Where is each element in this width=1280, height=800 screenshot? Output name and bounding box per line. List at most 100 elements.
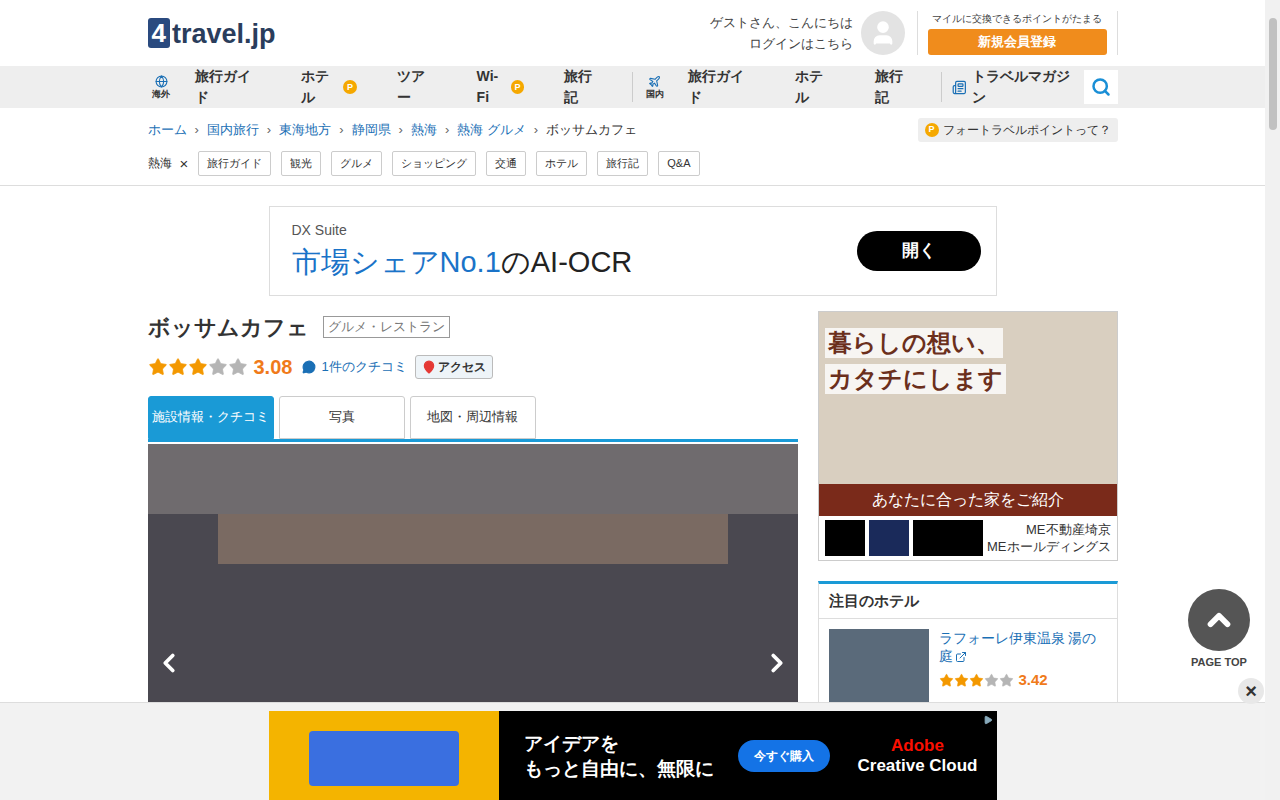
- login-link[interactable]: ログインはこちら: [749, 33, 853, 54]
- page-content: 4travel.jp ゲストさん、こんにちはログインはこちら マイルに交換できるポイ…: [0, 0, 1265, 720]
- top-ad[interactable]: DX Suite市場シェアNo.1のAI-OCR 開く: [269, 206, 997, 296]
- side-column: 暮らしの想い、カタチにしますあなたに合った家をご紹介 ME不動産埼京MEホールディ…: [818, 311, 1118, 721]
- close-ad-button[interactable]: ×: [1238, 678, 1264, 704]
- ad-headline: 市場シェアNo.1のAI-OCR: [292, 243, 633, 281]
- area-tag[interactable]: Q&A: [658, 151, 699, 176]
- hotel-photo: [829, 629, 929, 709]
- points-link[interactable]: Pフォートラベルポイントって？: [918, 118, 1118, 142]
- search-icon: [1091, 77, 1111, 97]
- search-button[interactable]: [1084, 70, 1117, 104]
- magazine-icon: [952, 80, 967, 95]
- rating: 3.08: [254, 352, 293, 382]
- star-icon: [168, 357, 188, 377]
- domestic-label: 国内: [641, 75, 668, 99]
- nav-item[interactable]: 旅行ガイド: [668, 66, 775, 108]
- bottom-ad-brand: Creative Cloud: [858, 756, 978, 776]
- area-tag[interactable]: ショッピング: [392, 151, 476, 176]
- nav-item[interactable]: ツアー: [377, 66, 457, 108]
- pin-icon: [422, 360, 436, 374]
- breadcrumb-item[interactable]: 国内旅行: [207, 120, 259, 140]
- photo: [148, 444, 798, 714]
- review-count[interactable]: 1件のクチコミ: [321, 357, 406, 377]
- page-top[interactable]: PAGE TOP: [1182, 589, 1256, 671]
- side-ad-company: MEホールディングス: [987, 538, 1111, 555]
- hotel-name[interactable]: ラフォーレ伊東温泉 湯の庭: [939, 629, 1107, 665]
- bottom-ad-bar: アイデアをもっと自由に、無限に今すぐ購入AdobeCreative Cloud: [0, 702, 1265, 800]
- avatar[interactable]: [861, 11, 905, 55]
- external-link-icon: [955, 651, 967, 663]
- register-button[interactable]: 新規会員登録: [928, 29, 1107, 55]
- side-ad-sub: あなたに合った家をご紹介: [819, 484, 1117, 516]
- bottom-ad-headline: アイデアを: [524, 731, 714, 756]
- arrow-up-icon: [1202, 603, 1236, 637]
- breadcrumbs: ホーム›国内旅行›東海地方›静岡県›熱海›熱海 グルメ›ボッサムカフェ: [148, 120, 638, 140]
- nav-bar: 海外旅行ガイドホテルPツアーWi-FiP旅行記国内旅行ガイドホテル旅行記トラベル…: [0, 66, 1265, 108]
- nav-item[interactable]: ホテル: [775, 66, 855, 108]
- nav-item[interactable]: 旅行ガイド: [175, 66, 282, 108]
- nav-item[interactable]: Wi-FiP: [457, 66, 545, 108]
- ad-brand: DX Suite: [292, 220, 633, 241]
- points-note: マイルに交換できるポイントがたまる: [932, 11, 1102, 26]
- breadcrumb-item[interactable]: ホーム: [148, 120, 187, 140]
- account-area: ゲストさん、こんにちはログインはこちら マイルに交換できるポイントがたまる新規会員…: [710, 11, 1118, 55]
- star-icon: [984, 673, 999, 688]
- tab[interactable]: 写真: [279, 396, 405, 439]
- hotel-rating: 3.42: [1019, 669, 1048, 692]
- ad-open-button[interactable]: 開く: [857, 231, 981, 271]
- star-icon: [208, 357, 228, 377]
- bottom-ad[interactable]: アイデアをもっと自由に、無限に今すぐ購入AdobeCreative Cloud: [269, 711, 997, 800]
- featured-hotels-title: 注目のホテル: [819, 584, 1117, 620]
- nav-item[interactable]: 旅行記: [544, 66, 624, 108]
- bottom-ad-brand: Adobe: [891, 736, 944, 756]
- star-icon: [148, 357, 168, 377]
- spot-name: ボッサムカフェ: [148, 311, 309, 344]
- star-icon: [969, 673, 984, 688]
- main-column: ボッサムカフェグルメ・レストラン 3.08 1件のクチコミアクセス施設情報・クチコミ…: [148, 311, 798, 721]
- area-tag[interactable]: グルメ: [331, 151, 382, 176]
- star-rating: [939, 673, 1014, 688]
- breadcrumb-item[interactable]: 東海地方: [279, 120, 331, 140]
- prev-photo-icon[interactable]: [154, 648, 184, 678]
- area-tag[interactable]: 観光: [281, 151, 321, 176]
- adchoices-icon[interactable]: [983, 715, 993, 725]
- nav-item[interactable]: ホテルP: [281, 66, 376, 108]
- buy-button[interactable]: 今すぐ購入: [738, 740, 830, 772]
- nav-item[interactable]: 旅行記: [855, 66, 935, 108]
- overseas-label: 海外: [148, 75, 175, 99]
- area-tag[interactable]: 交通: [486, 151, 526, 176]
- points-badge: P: [511, 80, 524, 94]
- tab[interactable]: 地図・周辺情報: [410, 396, 536, 439]
- breadcrumb-item[interactable]: 静岡県: [352, 120, 391, 140]
- area-tag[interactable]: ホテル: [536, 151, 587, 176]
- breadcrumb-item[interactable]: 熱海 グルメ: [457, 120, 526, 140]
- scrollbar[interactable]: [1265, 0, 1280, 800]
- side-ad-company: ME不動産埼京: [1026, 521, 1111, 538]
- magazine-link[interactable]: トラベルマガジン: [948, 66, 1084, 108]
- plane-icon: [648, 75, 661, 88]
- tab[interactable]: 施設情報・クチコミ: [148, 396, 274, 439]
- breadcrumb-item[interactable]: 熱海: [411, 120, 437, 140]
- points-badge: P: [343, 80, 356, 94]
- access-button[interactable]: アクセス: [415, 355, 493, 379]
- star-icon: [939, 673, 954, 688]
- area-clear[interactable]: ×: [180, 156, 189, 171]
- area-tags: 熱海×旅行ガイド観光グルメショッピング交通ホテル旅行記Q&A: [148, 142, 1118, 185]
- side-ad-headline: カタチにします: [825, 364, 1006, 394]
- header: 4travel.jp ゲストさん、こんにちはログインはこちら マイルに交換できるポイ…: [148, 0, 1118, 66]
- side-ad[interactable]: 暮らしの想い、カタチにしますあなたに合った家をご紹介 ME不動産埼京MEホールディ…: [818, 311, 1118, 561]
- tabs: 施設情報・クチコミ写真地図・周辺情報: [148, 396, 798, 442]
- side-ad-headline: 暮らしの想い、: [825, 328, 1003, 358]
- page: 4travel.jp ゲストさん、こんにちはログインはこちら マイルに交換できるポイ…: [0, 0, 1280, 800]
- page-top-label: PAGE TOP: [1191, 654, 1247, 671]
- next-photo-icon[interactable]: [762, 648, 792, 678]
- globe-icon: [155, 75, 168, 88]
- star-icon: [954, 673, 969, 688]
- logo[interactable]: 4travel.jp: [148, 18, 276, 48]
- area-tag[interactable]: 旅行記: [597, 151, 648, 176]
- greeting: ゲストさん、こんにちは: [710, 12, 853, 33]
- category-badge: グルメ・レストラン: [323, 316, 450, 338]
- area-tag[interactable]: 旅行ガイド: [198, 151, 271, 176]
- star-icon: [999, 673, 1014, 688]
- star-icon: [228, 357, 248, 377]
- star-icon: [188, 357, 208, 377]
